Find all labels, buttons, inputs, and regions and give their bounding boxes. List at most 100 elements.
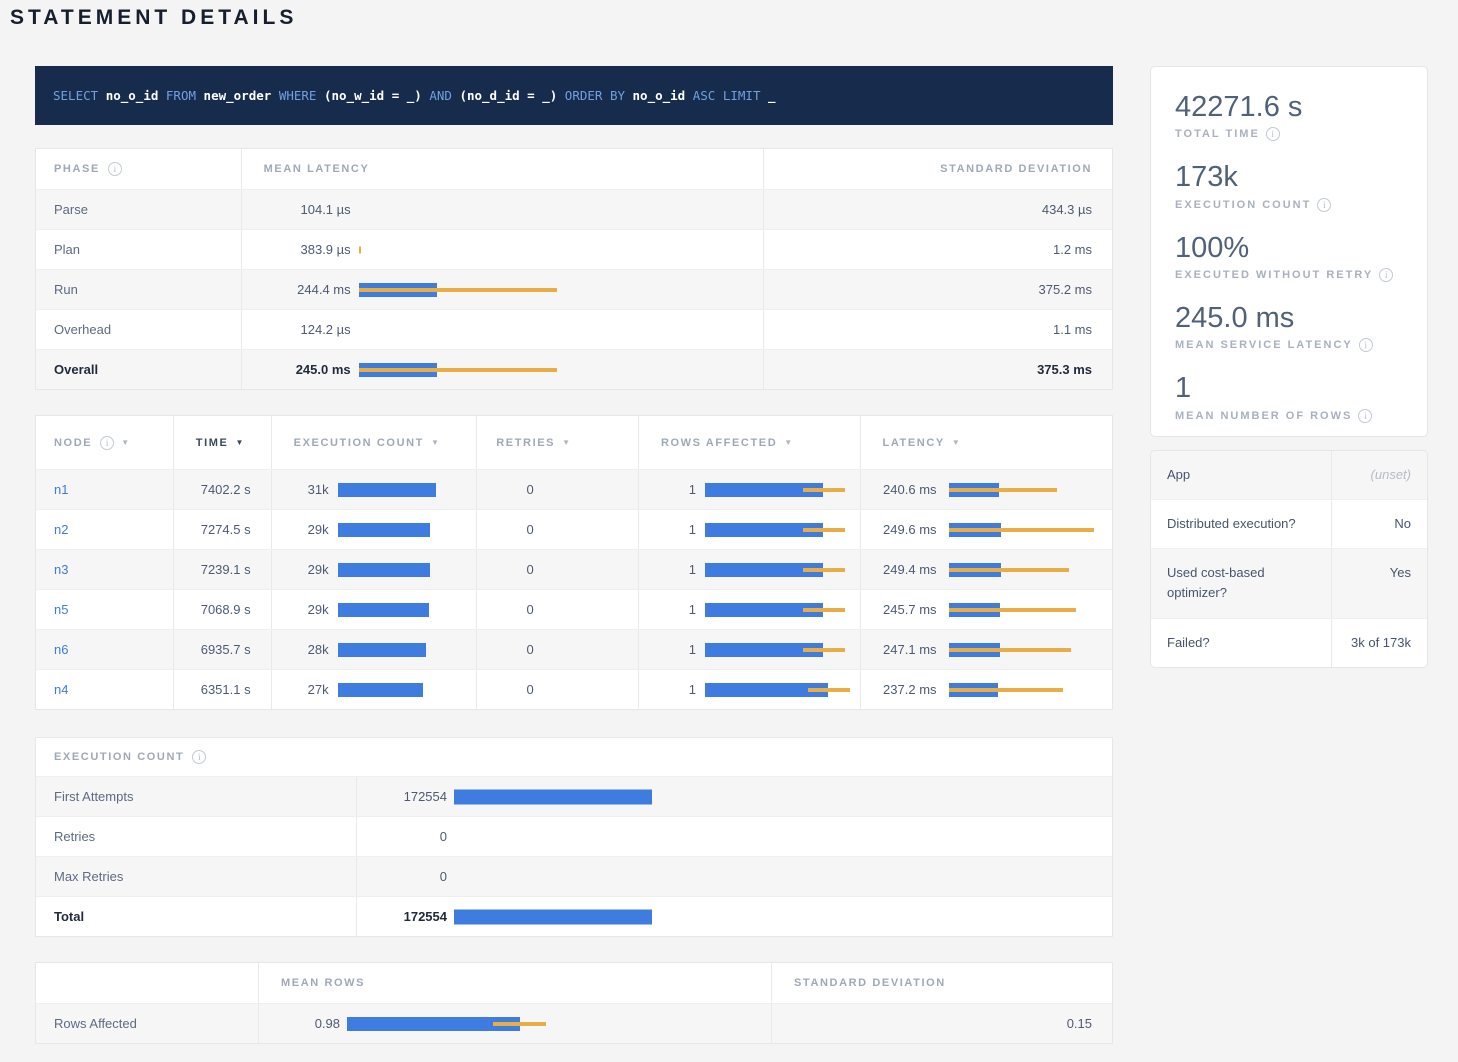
info-icon[interactable]: i: [1359, 338, 1373, 352]
info-icon[interactable]: i: [1358, 409, 1372, 423]
info-icon[interactable]: i: [1379, 268, 1393, 282]
retries-value: 0: [526, 562, 533, 577]
stat-execution-count: 173k EXECUTION COUNTi: [1175, 161, 1403, 211]
stat-value: 42271.6 s: [1175, 91, 1403, 124]
phase-label: Overhead: [54, 322, 111, 337]
node-link[interactable]: n2: [54, 522, 68, 537]
exec-count-bar: [338, 510, 477, 549]
sort-arrow-icon: ▼: [121, 438, 129, 447]
latency-column-header[interactable]: LATENCY▼: [860, 416, 1113, 469]
time-value: 7239.1 s: [201, 562, 251, 577]
phase-label: Overall: [54, 362, 98, 377]
exec-row-label: Total: [54, 909, 84, 924]
stat-label: EXECUTION COUNT: [1175, 199, 1311, 211]
latency-bar: [949, 510, 1112, 549]
exec-count-value: 29k: [284, 562, 329, 577]
node-column-header[interactable]: NODE i ▼: [36, 416, 173, 469]
latency-bar: [359, 230, 763, 269]
latency-bar: [949, 470, 1112, 509]
rows-affected-value: 1: [651, 602, 696, 617]
sql-statement-box: SELECT no_o_id FROM new_order WHERE (no_…: [35, 66, 1113, 125]
exec-row-value: 0: [362, 869, 447, 884]
mean-latency-value: 104.1 µs: [264, 202, 351, 217]
node-link[interactable]: n3: [54, 562, 68, 577]
rows-affected-bar: [705, 510, 860, 549]
exec-row-value: 172554: [362, 789, 447, 804]
rows-affected-table: MEAN ROWS STANDARD DEVIATION Rows Affect…: [35, 962, 1113, 1044]
rows-affected-value: 1: [651, 562, 696, 577]
rows-affected-bar: [705, 590, 860, 629]
detail-value: No: [1331, 500, 1427, 548]
stat-mean-number-of-rows: 1 MEAN NUMBER OF ROWSi: [1175, 372, 1403, 422]
execution-count-column-header[interactable]: EXECUTION COUNT▼: [271, 416, 477, 469]
phase-label: Parse: [54, 202, 88, 217]
detail-label: Failed?: [1151, 619, 1331, 667]
stat-label: MEAN NUMBER OF ROWS: [1175, 410, 1352, 422]
info-icon[interactable]: i: [100, 436, 114, 450]
stat-value: 245.0 ms: [1175, 302, 1403, 335]
table-row: Overhead 124.2 µs 1.1 ms: [36, 309, 1112, 349]
statement-details-card: App (unset) Distributed execution? No Us…: [1150, 450, 1428, 668]
std-dev-value: 1.2 ms: [1053, 242, 1092, 257]
time-value: 7402.2 s: [201, 482, 251, 497]
detail-label: Distributed execution?: [1151, 500, 1331, 548]
table-row-total: Total 172554: [36, 896, 1112, 936]
exec-count-value: 29k: [284, 602, 329, 617]
latency-bar: [359, 190, 763, 229]
latency-value: 249.4 ms: [873, 562, 937, 577]
sql-keyword: SELECT: [53, 88, 106, 103]
rows-affected-bar: [705, 670, 860, 709]
node-stats-table: NODE i ▼ TIME▼ EXECUTION COUNT▼ RETRIES▼…: [35, 415, 1113, 710]
retries-column-header[interactable]: RETRIES▼: [476, 416, 638, 469]
sql-identifier: no_o_id: [106, 88, 166, 103]
execution-count-table: EXECUTION COUNT i First Attempts 172554 …: [35, 737, 1113, 937]
detail-value: (unset): [1331, 451, 1427, 499]
exec-count-value: 28k: [284, 642, 329, 657]
node-link[interactable]: n5: [54, 602, 68, 617]
stat-value: 100%: [1175, 232, 1403, 265]
time-column-header[interactable]: TIME▼: [173, 416, 271, 469]
retries-value: 0: [526, 482, 533, 497]
sql-identifier: (no_w_id = _): [324, 88, 429, 103]
table-row: n3 7239.1 s 29k 0 1 249.4 ms: [36, 549, 1112, 589]
sql-identifier: _: [768, 88, 776, 103]
table-row: Parse 104.1 µs 434.3 µs: [36, 189, 1112, 229]
sort-arrow-icon: ▼: [784, 438, 792, 447]
mean-latency-value: 244.4 ms: [264, 282, 351, 297]
rows-affected-column-header[interactable]: ROWS AFFECTED▼: [638, 416, 860, 469]
exec-row-label: Retries: [54, 829, 95, 844]
rows-affected-bar: [705, 550, 860, 589]
info-icon[interactable]: i: [1317, 198, 1331, 212]
node-link[interactable]: n4: [54, 682, 68, 697]
standard-deviation-column-header: STANDARD DEVIATION: [794, 977, 946, 989]
node-link[interactable]: n1: [54, 482, 68, 497]
exec-count-bar: [454, 817, 1112, 856]
node-link[interactable]: n6: [54, 642, 68, 657]
info-icon[interactable]: i: [1266, 127, 1280, 141]
time-value: 7274.5 s: [201, 522, 251, 537]
rows-affected-bar: [705, 630, 860, 669]
sort-arrow-icon: ▼: [431, 438, 439, 447]
latency-bar: [359, 350, 763, 389]
latency-bar: [949, 630, 1112, 669]
retries-value: 0: [526, 642, 533, 657]
sql-identifier: new_order: [204, 88, 279, 103]
latency-bar: [949, 590, 1112, 629]
latency-value: 247.1 ms: [873, 642, 937, 657]
rows-affected-value: 1: [651, 482, 696, 497]
rows-affected-value: 1: [651, 642, 696, 657]
mean-rows-value: 0.98: [262, 1016, 340, 1031]
info-icon[interactable]: i: [108, 162, 122, 176]
sql-keyword: LIMIT: [723, 88, 768, 103]
detail-label: App: [1151, 451, 1331, 499]
time-value: 6935.7 s: [201, 642, 251, 657]
detail-row-app: App (unset): [1151, 451, 1427, 499]
exec-count-bar: [338, 670, 477, 709]
info-icon[interactable]: i: [192, 750, 206, 764]
summary-stats-card: 42271.6 s TOTAL TIMEi 173k EXECUTION COU…: [1150, 66, 1428, 437]
exec-count-value: 31k: [284, 482, 329, 497]
mean-latency-value: 245.0 ms: [264, 362, 351, 377]
latency-bar: [949, 550, 1112, 589]
latency-bar: [359, 270, 763, 309]
exec-count-bar: [454, 777, 1112, 816]
